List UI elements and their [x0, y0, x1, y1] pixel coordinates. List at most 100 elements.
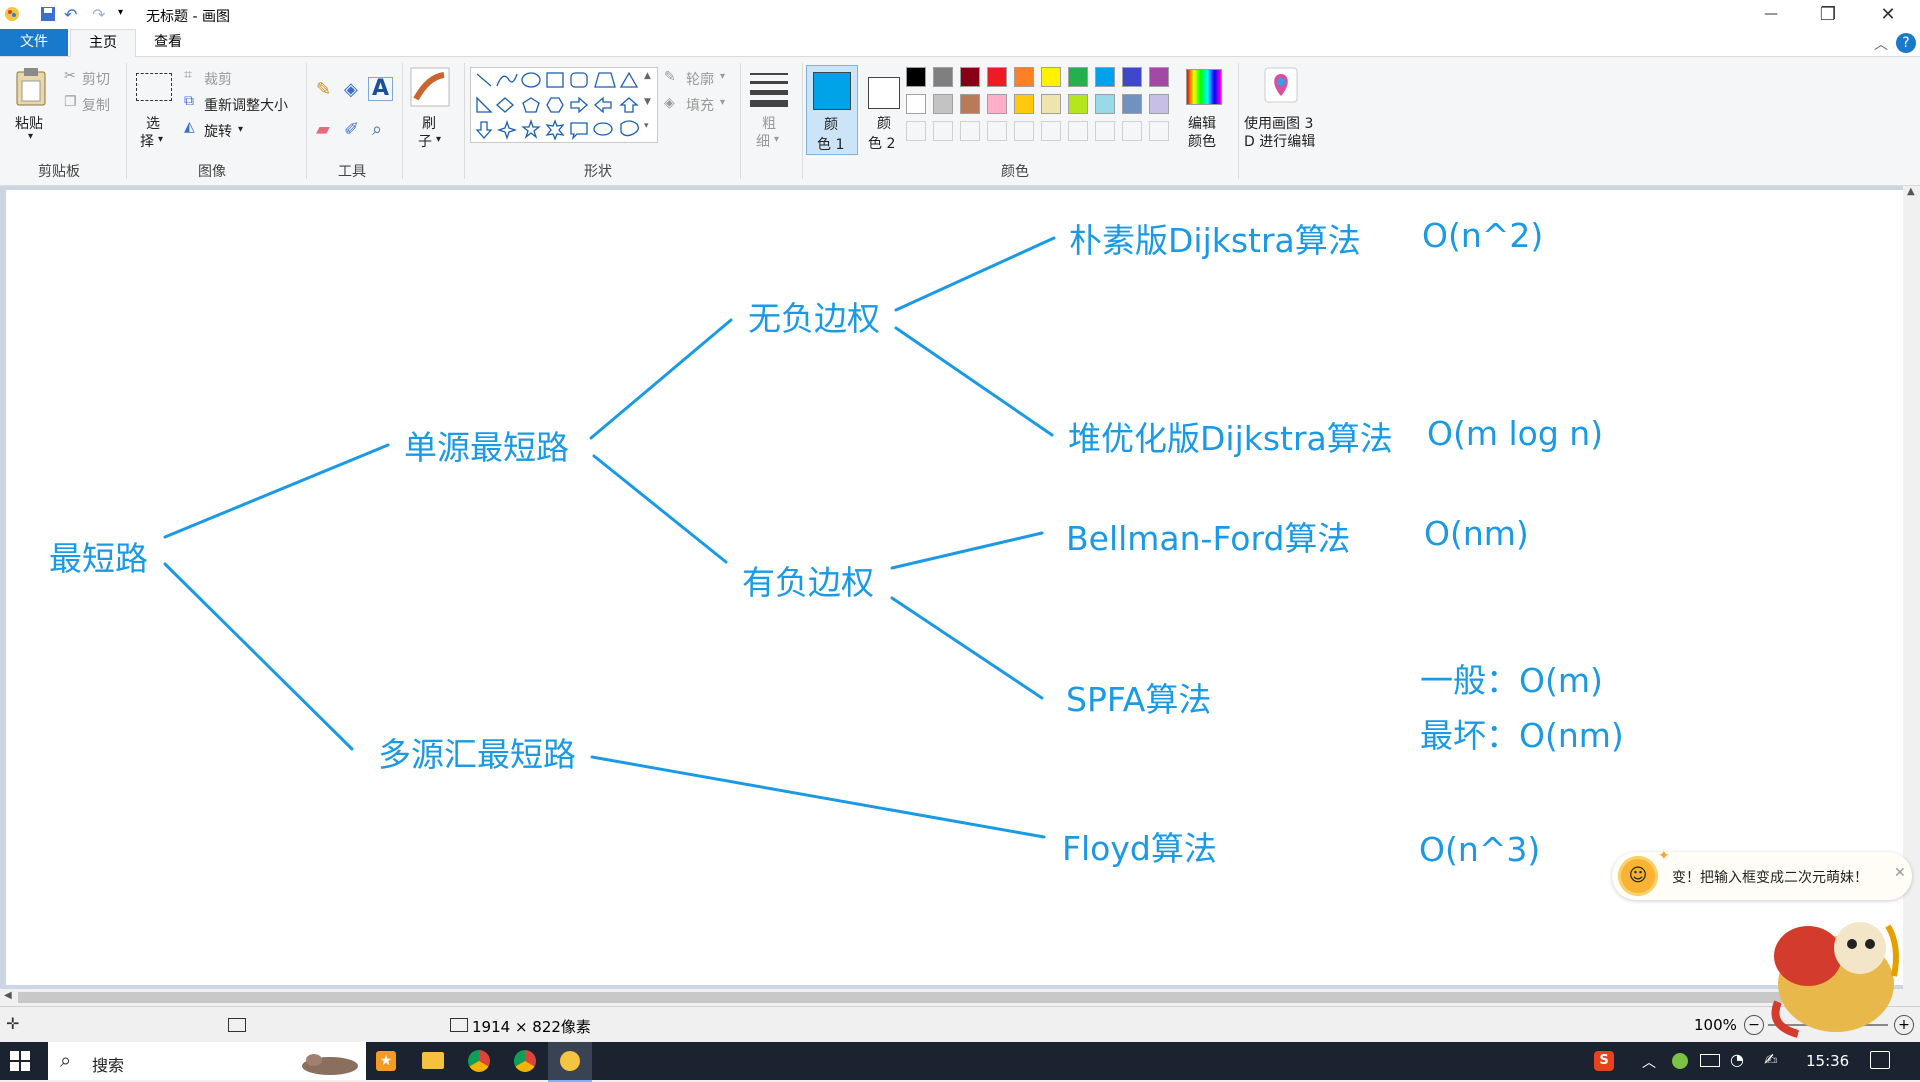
palette-color-swatch[interactable] — [1122, 94, 1142, 114]
shapes-gallery[interactable] — [470, 67, 658, 143]
scroll-up-icon[interactable]: ▲ — [1907, 186, 1915, 197]
palette-custom-slot[interactable] — [1149, 121, 1169, 141]
palette-custom-slot[interactable] — [933, 121, 953, 141]
palette-color-swatch[interactable] — [960, 94, 980, 114]
palette-color-swatch[interactable] — [1095, 67, 1115, 87]
taskbar-app-star-icon[interactable]: ★ — [376, 1051, 396, 1071]
undo-icon[interactable]: ↶ — [64, 5, 77, 24]
horizontal-scrollbar[interactable]: ◀ — [0, 989, 1903, 1006]
select-button-line1[interactable]: 选 — [146, 113, 160, 133]
palette-color-swatch[interactable] — [1068, 67, 1088, 87]
palette-color-swatch[interactable] — [1149, 67, 1169, 87]
paint-app-icon[interactable] — [4, 6, 20, 22]
scroll-left-icon[interactable]: ◀ — [4, 990, 12, 1001]
size-button-line1[interactable]: 粗 — [762, 113, 776, 133]
palette-color-swatch[interactable] — [1014, 67, 1034, 87]
paint3d-button-line2[interactable]: D 进行编辑 — [1244, 131, 1315, 151]
select-button-line2[interactable]: 择 — [140, 131, 154, 151]
copy-icon[interactable]: ❐ — [64, 94, 77, 110]
maximize-button[interactable]: ❐ — [1800, 0, 1856, 29]
palette-custom-slot[interactable] — [960, 121, 980, 141]
fill-button[interactable]: 填充 — [686, 95, 714, 115]
battery-icon[interactable] — [1700, 1054, 1720, 1067]
rotate-icon[interactable]: ◭ — [184, 119, 195, 135]
action-center-icon[interactable] — [1870, 1051, 1890, 1069]
collapse-ribbon-icon[interactable]: ︿ — [1874, 34, 1888, 54]
edit-colors-icon[interactable] — [1186, 69, 1222, 105]
shapes-scroll-up-icon[interactable]: ▲ — [644, 71, 651, 81]
cut-button[interactable]: 剪切 — [82, 69, 110, 89]
clock[interactable]: 15:36 — [1806, 1052, 1849, 1070]
color1-button[interactable]: 颜 色 1 — [806, 65, 858, 155]
help-icon[interactable]: ? — [1896, 33, 1916, 53]
chrome-icon[interactable] — [468, 1050, 490, 1072]
fill-icon[interactable]: ◈ — [664, 95, 675, 111]
brush-button-line1[interactable]: 刷 — [422, 113, 436, 133]
rotate-button[interactable]: 旋转 — [204, 121, 232, 141]
paint3d-button-line1[interactable]: 使用画图 3 — [1244, 113, 1313, 133]
outline-button[interactable]: 轮廓 — [686, 69, 714, 89]
paint3d-icon[interactable] — [1264, 67, 1298, 107]
palette-custom-slot[interactable] — [906, 121, 926, 141]
edit-colors-button-line1[interactable]: 编辑 — [1188, 113, 1216, 133]
palette-color-swatch[interactable] — [1095, 94, 1115, 114]
horizontal-scroll-thumb[interactable] — [18, 992, 1878, 1003]
palette-custom-slot[interactable] — [1014, 121, 1034, 141]
wifi-icon[interactable]: ◔ — [1730, 1050, 1744, 1069]
palette-custom-slot[interactable] — [1095, 121, 1115, 141]
size-icon[interactable] — [748, 69, 790, 113]
outline-icon[interactable]: ✎ — [664, 69, 676, 85]
taskbar-search-box[interactable]: ⌕ 搜索 — [48, 1042, 366, 1080]
palette-color-swatch[interactable] — [1149, 94, 1169, 114]
tab-file[interactable]: 文件 — [0, 29, 68, 56]
windows-start-icon[interactable] — [10, 1051, 30, 1075]
shapes-expand-icon[interactable]: ▾ — [644, 121, 649, 131]
palette-color-swatch[interactable] — [1122, 67, 1142, 87]
palette-color-swatch[interactable] — [933, 67, 953, 87]
palette-color-swatch[interactable] — [987, 67, 1007, 87]
fill-bucket-icon[interactable]: ◈ — [344, 79, 358, 100]
notification-close-icon[interactable]: ✕ — [1894, 865, 1906, 881]
file-explorer-icon[interactable] — [422, 1052, 444, 1069]
rotate-dropdown-icon[interactable]: ▾ — [238, 124, 243, 135]
save-icon[interactable] — [40, 6, 56, 26]
size-button-line2[interactable]: 细 — [756, 131, 770, 151]
color2-button[interactable]: 颜 色 2 — [860, 65, 910, 153]
palette-color-swatch[interactable] — [1014, 94, 1034, 114]
edit-colors-button-line2[interactable]: 颜色 — [1188, 131, 1216, 151]
show-hidden-icons-icon[interactable]: ︿ — [1642, 1052, 1656, 1072]
palette-custom-slot[interactable] — [987, 121, 1007, 141]
palette-color-swatch[interactable] — [960, 67, 980, 87]
paste-button[interactable]: 粘贴 — [15, 113, 43, 133]
tray-app-icon[interactable] — [1672, 1053, 1688, 1069]
brush-icon[interactable] — [410, 67, 450, 111]
copy-button[interactable]: 复制 — [82, 95, 110, 115]
chrome-icon-2[interactable] — [514, 1050, 536, 1072]
color-picker-icon[interactable]: ✐ — [344, 119, 359, 140]
text-tool-icon[interactable]: A — [368, 77, 394, 101]
crop-button[interactable]: 裁剪 — [204, 69, 232, 89]
cut-icon[interactable]: ✂ — [64, 68, 76, 84]
tab-home[interactable]: 主页 — [70, 29, 136, 57]
palette-color-swatch[interactable] — [987, 94, 1007, 114]
quick-access-dropdown-icon[interactable]: ▾ — [118, 7, 123, 18]
select-icon[interactable] — [136, 73, 172, 101]
resize-button[interactable]: 重新调整大小 — [204, 95, 288, 115]
palette-color-swatch[interactable] — [1041, 67, 1061, 87]
shapes-scroll-down-icon[interactable]: ▼ — [644, 97, 651, 107]
paste-dropdown-icon[interactable]: ▾ — [28, 131, 33, 142]
tab-view[interactable]: 查看 — [136, 29, 200, 56]
size-dropdown-icon[interactable]: ▾ — [774, 134, 779, 145]
palette-custom-slot[interactable] — [1068, 121, 1088, 141]
fill-dropdown-icon[interactable]: ▾ — [720, 97, 725, 108]
resize-icon[interactable]: ⧉ — [184, 93, 194, 109]
pencil-icon[interactable]: ✎ — [316, 79, 331, 100]
brush-button-line2[interactable]: 子 — [418, 131, 432, 151]
crop-icon[interactable]: ⌗ — [184, 67, 192, 83]
sogou-ime-icon[interactable]: S — [1594, 1051, 1614, 1071]
close-button[interactable]: ✕ — [1860, 0, 1916, 29]
eraser-icon[interactable]: ▰ — [316, 119, 330, 140]
paste-icon[interactable] — [14, 67, 48, 111]
palette-color-swatch[interactable] — [906, 67, 926, 87]
palette-color-swatch[interactable] — [933, 94, 953, 114]
